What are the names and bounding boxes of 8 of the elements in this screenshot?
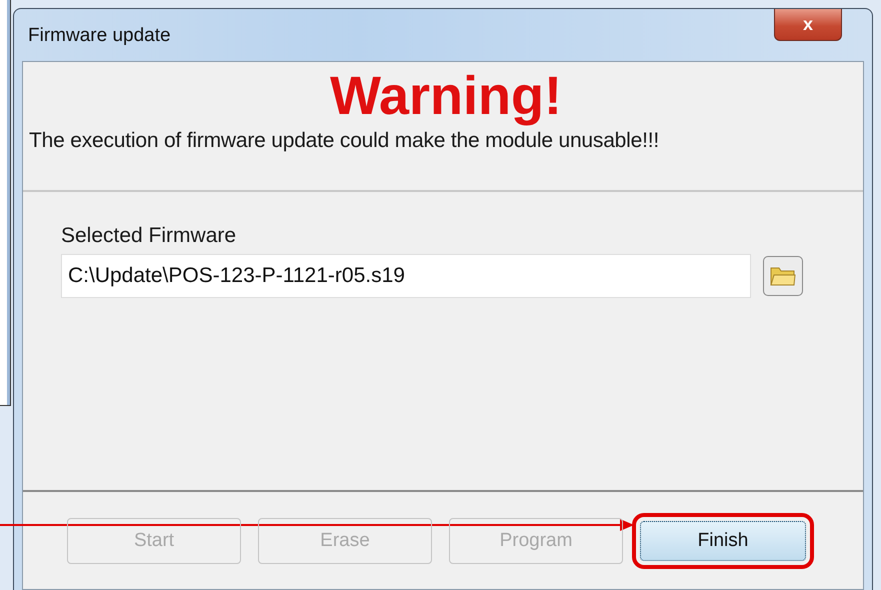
browse-button[interactable] <box>763 256 803 296</box>
firmware-path-field[interactable]: C:\Update\POS-123-P-1121-r05.s19 <box>61 254 751 298</box>
warning-heading: Warning! <box>329 68 563 125</box>
field-label: Selected Firmware <box>61 224 238 248</box>
folder-icon <box>770 265 796 287</box>
close-button[interactable]: x <box>774 9 842 41</box>
warning-message: The execution of firmware update could make the module unusable!!! <box>29 128 660 153</box>
window-title: Firmware update <box>28 25 171 47</box>
